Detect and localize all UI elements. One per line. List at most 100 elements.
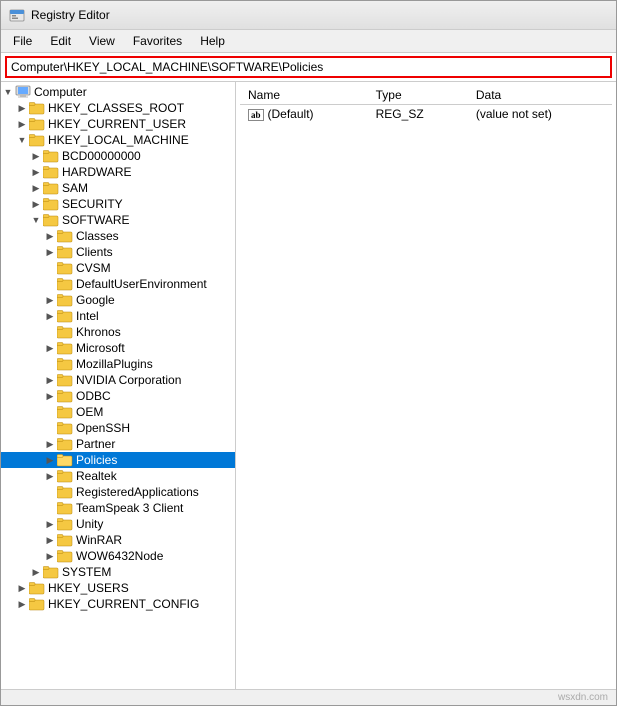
tree-pane[interactable]: ▼ Computer▶ HKEY_CLASSES_ROOT▶ HKEY_CURR… bbox=[1, 82, 236, 689]
folder-icon bbox=[43, 213, 59, 227]
node-label-hkey_local_machine: HKEY_LOCAL_MACHINE bbox=[48, 133, 189, 147]
node-label-bcd: BCD00000000 bbox=[62, 149, 141, 163]
toggle-realtek[interactable]: ▶ bbox=[43, 471, 57, 482]
tree-node-realtek[interactable]: ▶ Realtek bbox=[1, 468, 235, 484]
toggle-computer[interactable]: ▼ bbox=[1, 87, 15, 97]
tree-node-wow6432[interactable]: ▶ WOW6432Node bbox=[1, 548, 235, 564]
tree-node-google[interactable]: ▶ Google bbox=[1, 292, 235, 308]
toggle-sam[interactable]: ▶ bbox=[29, 183, 43, 194]
tree-node-hkey_current_user[interactable]: ▶ HKEY_CURRENT_USER bbox=[1, 116, 235, 132]
tree-node-intel[interactable]: ▶ Intel bbox=[1, 308, 235, 324]
toggle-bcd[interactable]: ▶ bbox=[29, 151, 43, 162]
toggle-google[interactable]: ▶ bbox=[43, 295, 57, 306]
tree-node-hkey_local_machine[interactable]: ▼ HKEY_LOCAL_MACHINE bbox=[1, 132, 235, 148]
tree-node-openssh[interactable]: OpenSSH bbox=[1, 420, 235, 436]
folder-icon bbox=[43, 565, 59, 579]
tree-node-bcd[interactable]: ▶ BCD00000000 bbox=[1, 148, 235, 164]
toggle-winrar[interactable]: ▶ bbox=[43, 535, 57, 546]
tree-node-security[interactable]: ▶ SECURITY bbox=[1, 196, 235, 212]
node-label-odbc: ODBC bbox=[76, 389, 111, 403]
toggle-wow6432[interactable]: ▶ bbox=[43, 551, 57, 562]
menu-bar: File Edit View Favorites Help bbox=[1, 30, 616, 53]
tree-node-computer[interactable]: ▼ Computer bbox=[1, 84, 235, 100]
toggle-hkey_current_user[interactable]: ▶ bbox=[15, 119, 29, 130]
toggle-nvidia[interactable]: ▶ bbox=[43, 375, 57, 386]
toggle-hkey_local_machine[interactable]: ▼ bbox=[15, 135, 29, 145]
node-label-google: Google bbox=[76, 293, 115, 307]
toggle-hkey_classes_root[interactable]: ▶ bbox=[15, 103, 29, 114]
folder-icon bbox=[57, 389, 73, 403]
node-label-oem: OEM bbox=[76, 405, 103, 419]
folder-icon bbox=[43, 149, 59, 163]
watermark: wsxdn.com bbox=[558, 692, 608, 703]
toggle-clients[interactable]: ▶ bbox=[43, 247, 57, 258]
tree-node-hardware[interactable]: ▶ HARDWARE bbox=[1, 164, 235, 180]
node-label-hkey_current_config: HKEY_CURRENT_CONFIG bbox=[48, 597, 199, 611]
folder-icon bbox=[57, 309, 73, 323]
tree-node-microsoft[interactable]: ▶ Microsoft bbox=[1, 340, 235, 356]
toggle-intel[interactable]: ▶ bbox=[43, 311, 57, 322]
tree-node-cvsm[interactable]: CVSM bbox=[1, 260, 235, 276]
tree-node-teamspeak[interactable]: TeamSpeak 3 Client bbox=[1, 500, 235, 516]
tree-node-unity[interactable]: ▶ Unity bbox=[1, 516, 235, 532]
node-label-hkey_classes_root: HKEY_CLASSES_ROOT bbox=[48, 101, 184, 115]
node-label-sam: SAM bbox=[62, 181, 88, 195]
folder-icon bbox=[57, 293, 73, 307]
menu-view[interactable]: View bbox=[81, 32, 123, 50]
node-label-software: SOFTWARE bbox=[62, 213, 130, 227]
node-label-clients: Clients bbox=[76, 245, 113, 259]
tree-node-registeredapps[interactable]: RegisteredApplications bbox=[1, 484, 235, 500]
toggle-classes[interactable]: ▶ bbox=[43, 231, 57, 242]
tree-node-software[interactable]: ▼ SOFTWARE bbox=[1, 212, 235, 228]
tree-node-defaultuserenv[interactable]: DefaultUserEnvironment bbox=[1, 276, 235, 292]
computer-icon bbox=[15, 85, 31, 99]
toggle-partner[interactable]: ▶ bbox=[43, 439, 57, 450]
node-label-hkey_users: HKEY_USERS bbox=[48, 581, 129, 595]
tree-node-nvidia[interactable]: ▶ NVIDIA Corporation bbox=[1, 372, 235, 388]
menu-help[interactable]: Help bbox=[192, 32, 233, 50]
tree-node-clients[interactable]: ▶ Clients bbox=[1, 244, 235, 260]
menu-file[interactable]: File bbox=[5, 32, 40, 50]
tree-node-hkey_current_config[interactable]: ▶ HKEY_CURRENT_CONFIG bbox=[1, 596, 235, 612]
tree-node-khronos[interactable]: Khronos bbox=[1, 324, 235, 340]
tree-node-system[interactable]: ▶ SYSTEM bbox=[1, 564, 235, 580]
node-label-system: SYSTEM bbox=[62, 565, 111, 579]
tree-node-winrar[interactable]: ▶ WinRAR bbox=[1, 532, 235, 548]
node-label-cvsm: CVSM bbox=[76, 261, 111, 275]
tree-node-hkey_users[interactable]: ▶ HKEY_USERS bbox=[1, 580, 235, 596]
tree-node-partner[interactable]: ▶ Partner bbox=[1, 436, 235, 452]
address-bar-input[interactable] bbox=[5, 56, 612, 78]
folder-icon bbox=[43, 165, 59, 179]
toggle-unity[interactable]: ▶ bbox=[43, 519, 57, 530]
tree-node-classes[interactable]: ▶ Classes bbox=[1, 228, 235, 244]
ab-icon: ab bbox=[248, 109, 264, 121]
menu-edit[interactable]: Edit bbox=[42, 32, 79, 50]
tree-node-odbc[interactable]: ▶ ODBC bbox=[1, 388, 235, 404]
table-row[interactable]: ab(Default)REG_SZ(value not set) bbox=[240, 105, 612, 124]
toggle-security[interactable]: ▶ bbox=[29, 199, 43, 210]
toggle-policies[interactable]: ▶ bbox=[43, 455, 57, 466]
main-content: ▼ Computer▶ HKEY_CLASSES_ROOT▶ HKEY_CURR… bbox=[1, 82, 616, 689]
tree-node-hkey_classes_root[interactable]: ▶ HKEY_CLASSES_ROOT bbox=[1, 100, 235, 116]
toggle-hkey_users[interactable]: ▶ bbox=[15, 583, 29, 594]
toggle-system[interactable]: ▶ bbox=[29, 567, 43, 578]
tree-node-policies[interactable]: ▶ Policies bbox=[1, 452, 235, 468]
status-bar: wsxdn.com bbox=[1, 689, 616, 705]
folder-icon bbox=[29, 581, 45, 595]
folder-icon bbox=[29, 133, 45, 147]
col-name: Name bbox=[240, 86, 368, 105]
toggle-microsoft[interactable]: ▶ bbox=[43, 343, 57, 354]
folder-icon bbox=[57, 421, 73, 435]
node-label-computer: Computer bbox=[34, 85, 87, 99]
tree-node-sam[interactable]: ▶ SAM bbox=[1, 180, 235, 196]
registry-editor-window: Registry Editor File Edit View Favorites… bbox=[0, 0, 617, 706]
folder-icon bbox=[57, 533, 73, 547]
toggle-software[interactable]: ▼ bbox=[29, 215, 43, 225]
menu-favorites[interactable]: Favorites bbox=[125, 32, 190, 50]
folder-icon bbox=[57, 453, 73, 467]
toggle-hkey_current_config[interactable]: ▶ bbox=[15, 599, 29, 610]
tree-node-mozillaplugins[interactable]: MozillaPlugins bbox=[1, 356, 235, 372]
toggle-hardware[interactable]: ▶ bbox=[29, 167, 43, 178]
toggle-odbc[interactable]: ▶ bbox=[43, 391, 57, 402]
tree-node-oem[interactable]: OEM bbox=[1, 404, 235, 420]
